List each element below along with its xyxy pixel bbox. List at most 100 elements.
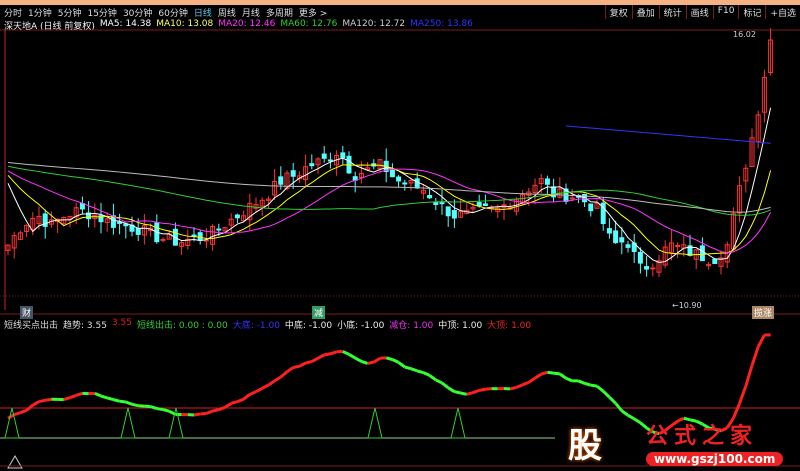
candle-body — [414, 178, 420, 189]
candle-body — [234, 214, 240, 219]
trend-segment — [230, 400, 238, 405]
candle-body — [644, 266, 650, 270]
trend-segment — [323, 352, 331, 357]
trend-segment — [478, 387, 486, 392]
candle-body — [482, 203, 488, 206]
trend-segment — [113, 398, 120, 403]
trend-segment — [422, 371, 431, 377]
indicator-legend: 短线买点出击 趋势: 3.55 3.55 短线出击: 0.00 : 0.00 大… — [4, 318, 531, 331]
trend-segment — [354, 356, 363, 363]
trend-segment — [577, 379, 586, 385]
trend-segment — [212, 408, 220, 413]
buy-signal-triangle — [367, 407, 383, 439]
candle-body — [197, 232, 203, 241]
trend-segment — [329, 350, 338, 356]
candle-body — [451, 210, 457, 219]
trend-segment — [255, 386, 263, 393]
logo-title: 公式之家 — [646, 424, 759, 449]
kline-chart[interactable] — [0, 0, 800, 471]
trend-segment — [608, 396, 617, 405]
trend-segment — [193, 412, 201, 417]
trend-segment — [131, 402, 139, 408]
trend-segment — [267, 379, 276, 387]
candle-body — [340, 152, 346, 158]
trend-segment — [527, 376, 536, 384]
trend-segment — [317, 353, 325, 360]
trend-segment — [547, 370, 554, 375]
candle-body — [396, 176, 402, 182]
trend-segment — [286, 366, 295, 374]
trend-segment — [298, 361, 307, 368]
candle-body — [389, 169, 395, 178]
trend-segment — [454, 390, 461, 395]
trend-segment — [69, 393, 77, 400]
trend-segment — [614, 402, 623, 412]
trend-segment — [372, 356, 381, 364]
logo-url: www.gszj100.com — [646, 452, 784, 466]
candle-body — [309, 163, 315, 167]
candle-body — [433, 201, 439, 205]
trend-segment — [156, 407, 164, 412]
candle-body — [544, 178, 550, 185]
trend-segment — [200, 411, 207, 416]
trend-segment — [509, 385, 517, 391]
price-high-label: 16.02 — [733, 30, 756, 39]
trend-segment — [242, 393, 251, 401]
candle-body — [619, 237, 625, 243]
indicator-name: 短线买点出击 — [4, 321, 59, 331]
badge-reduce[interactable]: 减 — [312, 306, 326, 319]
candle-body — [79, 202, 85, 210]
trend-segment — [558, 372, 567, 380]
trend-segment — [224, 402, 233, 409]
candle-body — [699, 245, 705, 262]
trend-segment — [100, 394, 108, 400]
zhongding-value: 中顶: 1.00 — [438, 321, 483, 331]
trend-segment — [348, 353, 356, 360]
trend-segment — [75, 391, 83, 397]
trend-segment — [360, 360, 369, 365]
trend-segment — [25, 404, 34, 412]
badge-finance[interactable]: 财 — [20, 306, 34, 319]
trend-segment — [125, 400, 133, 406]
trend-segment — [292, 364, 300, 369]
candle-body — [569, 197, 575, 200]
trend-value: 趋势: 3.55 — [63, 321, 107, 331]
candle-body — [191, 234, 197, 237]
price-low-label: ←10.90 — [672, 301, 702, 310]
trend-segment — [756, 334, 766, 348]
trend-segment — [397, 361, 406, 369]
trend-segment — [460, 391, 468, 396]
trend-segment — [428, 374, 437, 382]
trend-segment — [522, 380, 530, 387]
trend-segment — [416, 369, 424, 375]
trend-segment — [565, 376, 573, 383]
trend-segment — [63, 396, 71, 402]
trend-value-2: 3.55 — [111, 318, 132, 328]
candle-body — [606, 228, 612, 234]
badge-surge[interactable]: 揽涨 — [752, 306, 775, 319]
trend-segment — [13, 411, 21, 417]
trend-segment — [342, 350, 350, 356]
candle-body — [476, 202, 482, 207]
candle-body — [216, 228, 222, 231]
trend-segment — [441, 381, 450, 389]
candle-body — [650, 267, 656, 270]
dadi-value: 大底: -1.00 — [232, 321, 280, 331]
trend-segment — [305, 360, 313, 365]
trend-segment — [602, 390, 611, 399]
candle-body — [712, 258, 718, 264]
candle-body — [439, 202, 445, 205]
trend-segment — [596, 384, 605, 393]
trend-segment — [515, 383, 524, 389]
trend-segment — [119, 399, 126, 404]
candle-body — [278, 176, 284, 185]
trend-segment — [205, 409, 214, 415]
trend-segment — [584, 381, 592, 387]
trend-segment — [410, 367, 418, 373]
candle-body — [402, 182, 408, 185]
trend-segment — [472, 388, 480, 395]
trend-segment — [150, 405, 158, 411]
trend-segment — [750, 346, 760, 367]
trend-segment — [19, 408, 28, 415]
candle-body — [675, 244, 681, 247]
